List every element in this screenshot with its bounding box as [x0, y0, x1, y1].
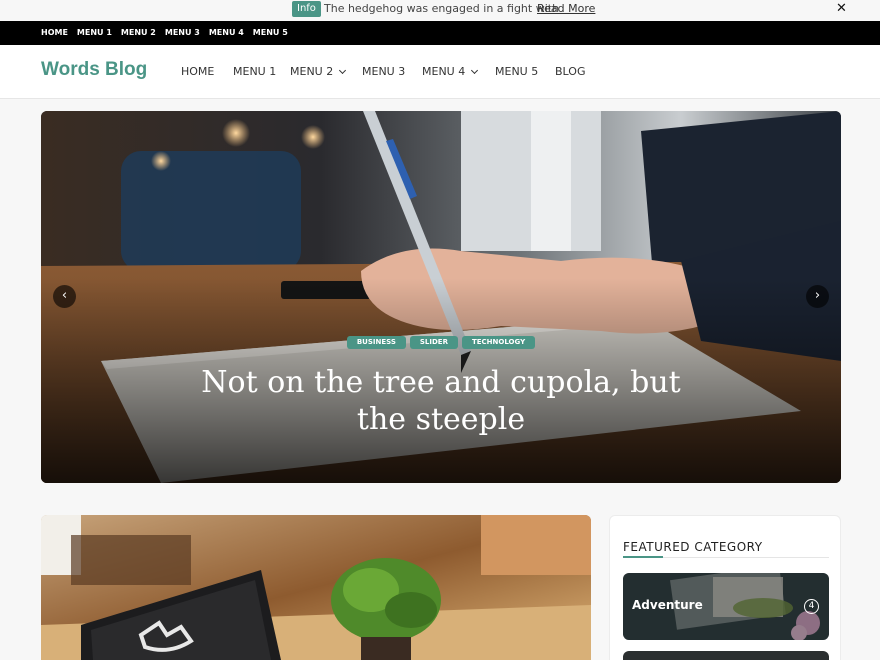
- top-menu-2[interactable]: MENU 2: [121, 21, 156, 45]
- nav-item-home[interactable]: HOME: [181, 45, 233, 99]
- nav-item-menu-2[interactable]: MENU 2: [290, 45, 362, 99]
- main-nav: HOME MENU 1 MENU 2 MENU 3 MENU 4 MENU 5 …: [181, 45, 595, 99]
- slide-title[interactable]: Not on the tree and cupola, but the stee…: [41, 364, 841, 438]
- category-tag-business[interactable]: BUSINESS: [346, 336, 406, 349]
- heading-accent: [623, 556, 663, 558]
- site-header: Words Blog HOME MENU 1 MENU 2 MENU 3 MEN…: [0, 45, 880, 99]
- nav-label: BLOG: [555, 65, 586, 78]
- slide-title-line-2: the steeple: [356, 402, 526, 437]
- site-logo[interactable]: Words Blog: [41, 59, 147, 81]
- category-count-badge: 4: [804, 599, 819, 614]
- top-menu-home[interactable]: HOME: [41, 21, 68, 45]
- notice-message: The hedgehog was engaged in a fight with: [324, 2, 560, 15]
- hero-slider[interactable]: ‹ › BUSINESS SLIDER TECHNOLOGY Not on th…: [41, 111, 841, 483]
- post-thumbnail: [41, 515, 591, 660]
- post-card-image[interactable]: [41, 515, 591, 660]
- slider-next-button[interactable]: ›: [806, 285, 829, 308]
- category-tag-technology[interactable]: TECHNOLOGY: [461, 336, 536, 349]
- category-card-next[interactable]: [623, 651, 829, 660]
- slider-prev-button[interactable]: ‹: [53, 285, 76, 308]
- top-menu-4[interactable]: MENU 4: [209, 21, 244, 45]
- nav-item-menu-5[interactable]: MENU 5: [495, 45, 555, 99]
- nav-item-blog[interactable]: BLOG: [555, 45, 595, 99]
- widget-heading: FEATURED CATEGORY: [623, 540, 763, 554]
- nav-label: MENU 1: [233, 65, 277, 78]
- nav-label: MENU 3: [362, 65, 406, 78]
- nav-item-menu-3[interactable]: MENU 3: [362, 45, 422, 99]
- nav-label: MENU 4: [422, 65, 466, 78]
- nav-label: MENU 2: [290, 65, 334, 78]
- notice-bar: Info The hedgehog was engaged in a fight…: [0, 0, 880, 21]
- info-tag: Info: [292, 1, 321, 17]
- read-more-link[interactable]: Read More: [537, 1, 595, 17]
- top-menu-1[interactable]: MENU 1: [77, 21, 112, 45]
- chevron-down-icon: [471, 66, 479, 75]
- close-icon[interactable]: ✕: [836, 1, 847, 17]
- nav-label: MENU 5: [495, 65, 539, 78]
- top-menu-5[interactable]: MENU 5: [253, 21, 288, 45]
- category-card-adventure[interactable]: Adventure 4: [623, 573, 829, 640]
- nav-item-menu-1[interactable]: MENU 1: [233, 45, 290, 99]
- top-menu-bar: HOME MENU 1 MENU 2 MENU 3 MENU 4 MENU 5: [0, 21, 880, 45]
- slide-title-line-1: Not on the tree and cupola, but: [201, 365, 681, 400]
- nav-item-menu-4[interactable]: MENU 4: [422, 45, 495, 99]
- chevron-down-icon: [339, 66, 347, 75]
- slide-categories: BUSINESS SLIDER TECHNOLOGY: [41, 336, 841, 349]
- category-tag-slider[interactable]: SLIDER: [409, 336, 458, 349]
- category-name: Adventure: [632, 598, 703, 612]
- nav-label: HOME: [181, 65, 215, 78]
- top-menu-3[interactable]: MENU 3: [165, 21, 200, 45]
- sidebar-widget: FEATURED CATEGORY Adventure 4: [609, 515, 841, 660]
